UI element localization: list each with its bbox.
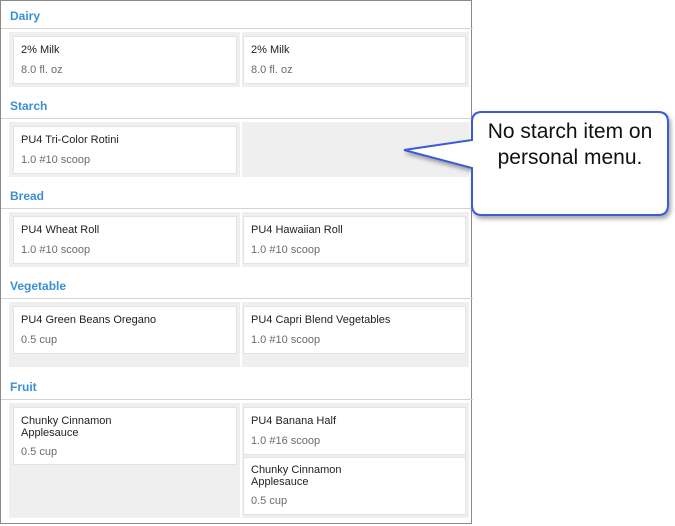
menu-item-card[interactable]: Chunky Cinnamon Applesauce 0.5 cup	[243, 457, 466, 515]
section-title-vegetable: Vegetable	[10, 279, 67, 293]
item-name: PU4 Tri-Color Rotini	[21, 134, 119, 146]
item-quantity: 0.5 cup	[251, 495, 288, 507]
item-quantity: 8.0 fl. oz	[251, 64, 293, 76]
item-name: PU4 Wheat Roll	[21, 224, 100, 236]
item-quantity: 1.0 #10 scoop	[21, 154, 91, 166]
item-quantity: 8.0 fl. oz	[21, 64, 63, 76]
item-quantity: 0.5 cup	[21, 446, 58, 458]
section-title-bread: Bread	[10, 189, 45, 203]
menu-item-card[interactable]: PU4 Tri-Color Rotini 1.0 #10 scoop	[13, 126, 237, 174]
item-name: Chunky Cinnamon Applesauce	[251, 464, 342, 488]
item-name: PU4 Hawaiian Roll	[251, 224, 343, 236]
callout-text: No starch item on personal menu.	[487, 120, 653, 169]
divider	[1, 298, 473, 299]
menu-item-card[interactable]: PU4 Hawaiian Roll 1.0 #10 scoop	[243, 216, 466, 264]
item-name: PU4 Green Beans Oregano	[21, 314, 157, 326]
menu-item-card[interactable]: Chunky Cinnamon Applesauce 0.5 cup	[13, 407, 237, 465]
menu-item-card[interactable]: PU4 Wheat Roll 1.0 #10 scoop	[13, 216, 237, 264]
divider	[1, 28, 473, 29]
item-name: 2% Milk	[21, 44, 60, 56]
divider	[1, 208, 473, 209]
menu-item-card[interactable]: PU4 Banana Half 1.0 #16 scoop	[243, 407, 466, 455]
item-quantity: 1.0 #16 scoop	[251, 435, 321, 447]
item-name: Chunky Cinnamon Applesauce	[21, 415, 112, 439]
menu-item-card[interactable]: 2% Milk 8.0 fl. oz	[13, 36, 237, 84]
empty-slot-starch	[242, 122, 469, 177]
item-name: PU4 Banana Half	[251, 415, 336, 427]
item-quantity: 1.0 #10 scoop	[251, 244, 321, 256]
item-quantity: 0.5 cup	[21, 334, 58, 346]
item-quantity: 1.0 #10 scoop	[251, 334, 321, 346]
section-title-starch: Starch	[10, 99, 48, 113]
menu-panel: Dairy 2% Milk 8.0 fl. oz 2% Milk 8.0 fl.…	[0, 0, 473, 524]
section-title-fruit: Fruit	[10, 380, 37, 394]
item-name: 2% Milk	[251, 44, 290, 56]
item-name: PU4 Capri Blend Vegetables	[251, 314, 391, 326]
menu-item-card[interactable]: PU4 Green Beans Oregano 0.5 cup	[13, 306, 237, 354]
menu-item-card[interactable]: PU4 Capri Blend Vegetables 1.0 #10 scoop	[243, 306, 466, 354]
section-title-dairy: Dairy	[10, 9, 41, 23]
item-quantity: 1.0 #10 scoop	[21, 244, 91, 256]
divider	[1, 399, 473, 400]
divider	[1, 118, 473, 119]
menu-item-card[interactable]: 2% Milk 8.0 fl. oz	[243, 36, 466, 84]
